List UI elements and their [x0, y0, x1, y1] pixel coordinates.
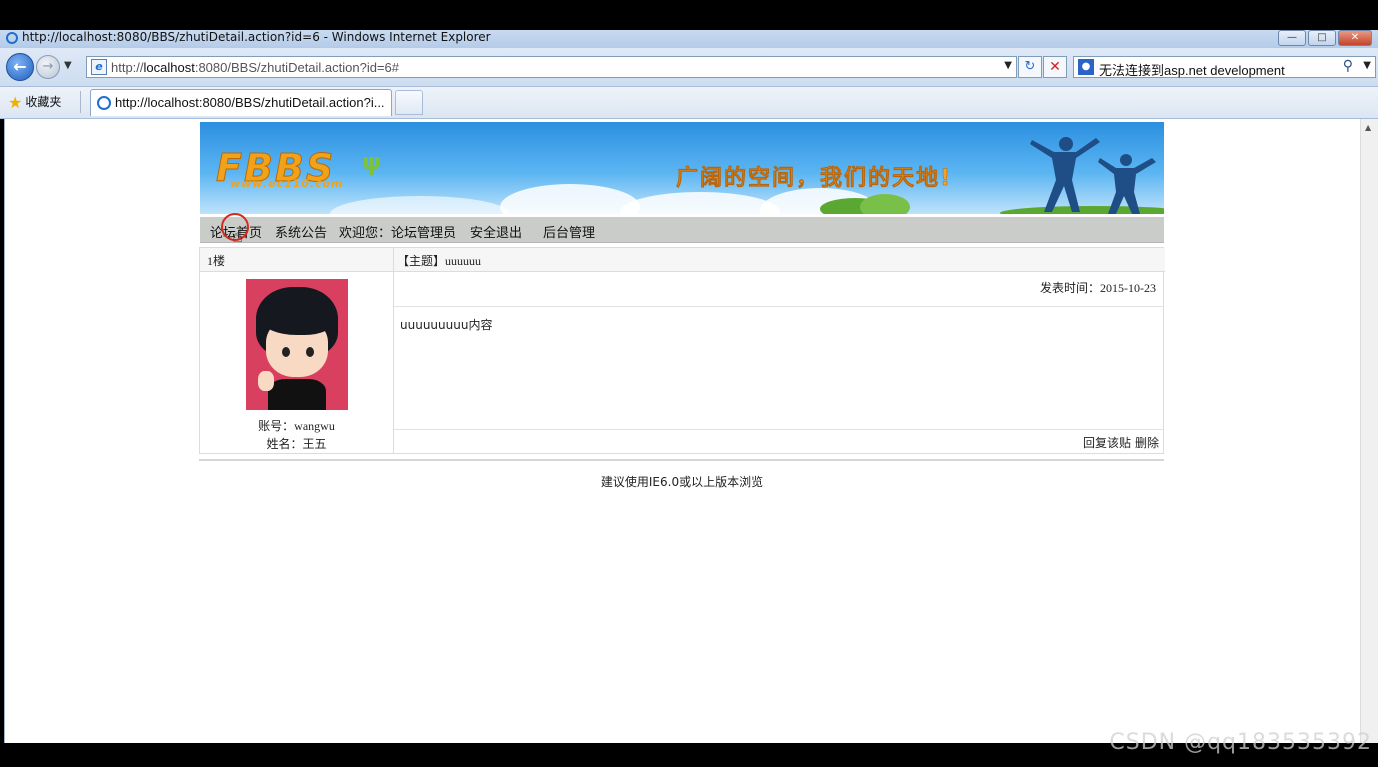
stop-button[interactable]: ✕ [1043, 56, 1067, 78]
post-content-column: 发表时间：2015-10-23 uuuuuuuuu内容 回复该贴 删除 [394, 272, 1163, 453]
jumping-people-icon [1030, 137, 1156, 214]
post-table: 1楼 【主题】uuuuuu 账号：wangwu 姓名：王五 发表时间：2015-… [199, 247, 1165, 454]
navigation-bar: ← → ▼ e http://localhost:8080/BBS/zhutiD… [0, 48, 1378, 87]
site-banner: FBBS ψ www.ec110.com 广阔的空间，我们的天地! [200, 122, 1164, 214]
close-button[interactable]: ✕ [1338, 30, 1372, 46]
browser-tab[interactable]: http://localhost:8080/BBS/zhutiDetail.ac… [90, 89, 392, 116]
ie-tab-icon [97, 96, 111, 110]
ie-icon [6, 32, 18, 44]
minimize-button[interactable]: — [1278, 30, 1306, 46]
address-url: http://localhost:8080/BBS/zhutiDetail.ac… [111, 60, 400, 75]
tab-title: http://localhost:8080/BBS/zhutiDetail.ac… [115, 95, 385, 110]
author-account: 账号：wangwu [258, 419, 335, 433]
post-body: uuuuuuuuu内容 [400, 318, 493, 332]
scroll-up-icon[interactable]: ▲ [1365, 123, 1371, 132]
favorites-bar: ★ 收藏夹 http://localhost:8080/BBS/zhutiDeta… [0, 87, 1378, 119]
site-logo-url: www.ec110.com [230, 177, 344, 190]
delete-link[interactable]: 删除 [1135, 436, 1159, 450]
divider [80, 91, 81, 113]
post-time: 发表时间：2015-10-23 [1039, 281, 1156, 295]
window-controls: — □ ✕ [1278, 30, 1372, 46]
footer-text: 建议使用IE6.0或以上版本浏览 [600, 475, 764, 489]
menu-notice-link[interactable]: 系统公告 [275, 222, 327, 241]
star-icon: ★ [8, 93, 23, 112]
search-dropdown-icon[interactable]: ▼ [1363, 60, 1371, 71]
avatar [246, 279, 348, 410]
sprout-icon: ψ [362, 148, 382, 176]
address-bar[interactable]: e http://localhost:8080/BBS/zhutiDetail.… [86, 56, 1017, 78]
page-icon: e [91, 59, 107, 75]
site-slogan: 广阔的空间，我们的天地! [676, 166, 953, 192]
back-button[interactable]: ← [6, 53, 34, 81]
post-time-row: 发表时间：2015-10-23 [394, 272, 1163, 307]
maximize-button[interactable]: □ [1308, 30, 1336, 46]
forward-button[interactable]: → [36, 55, 60, 79]
site-menu-bar: 论坛首页 系统公告 欢迎您：论坛管理员 安全退出 后台管理 [200, 217, 1164, 243]
search-box[interactable]: ● 无法连接到asp.net development ⚲ ▼ [1073, 56, 1376, 78]
favorites-button[interactable]: ★ 收藏夹 [8, 93, 61, 112]
search-text: 无法连接到asp.net development [1099, 63, 1285, 78]
new-tab-button[interactable] [395, 90, 423, 115]
post-actions-row: 回复该贴 删除 [394, 429, 1163, 454]
author-name: 姓名：王五 [266, 437, 327, 451]
watermark: CSDN @qq183535392 [1109, 730, 1372, 755]
address-dropdown-icon[interactable]: ▼ [1004, 60, 1012, 71]
post-subject: 【主题】uuuuuu [397, 254, 482, 268]
window-title: http://localhost:8080/BBS/zhutiDetail.ac… [22, 30, 491, 44]
menu-logout-link[interactable]: 安全退出 [470, 222, 522, 241]
author-column: 账号：wangwu 姓名：王五 [200, 248, 394, 453]
window-title-bar: http://localhost:8080/BBS/zhutiDetail.ac… [0, 30, 1378, 48]
search-provider-icon: ● [1078, 59, 1094, 75]
menu-admin-link[interactable]: 后台管理 [543, 222, 595, 241]
hand-cursor-icon: ☝ [232, 226, 243, 247]
vertical-scrollbar[interactable]: ▲ [1360, 119, 1378, 743]
menu-welcome-text: 欢迎您：论坛管理员 [339, 226, 457, 241]
search-icon[interactable]: ⚲ [1343, 58, 1353, 74]
footer-divider [199, 459, 1164, 461]
reply-link[interactable]: 回复该贴 [1083, 436, 1131, 450]
refresh-button[interactable]: ↻ [1018, 56, 1042, 78]
history-dropdown-icon[interactable]: ▼ [64, 60, 72, 71]
